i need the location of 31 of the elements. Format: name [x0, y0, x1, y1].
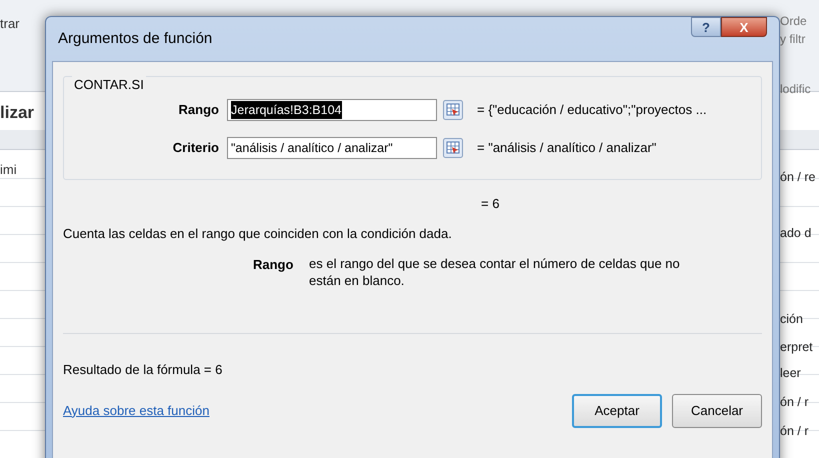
sheet-text: lizar: [0, 102, 34, 124]
function-description: Cuenta las celdas en el rango que coinciden con la condición dada.: [63, 224, 453, 243]
argument-label: Rango: [178, 101, 220, 120]
sheet-text: ón / re: [780, 169, 816, 186]
function-result: = 6: [481, 196, 500, 211]
formula-result: Resultado de la fórmula = 6: [63, 361, 224, 379]
range-picker-icon[interactable]: [443, 138, 463, 158]
sheet-text: Orde: [780, 13, 807, 30]
sheet-text: lodific: [780, 81, 811, 98]
argument-help-text: es el rango del que se desea contar el número de celdas que no están en blanco.: [309, 255, 681, 289]
sheet-text: ón / r: [780, 423, 808, 440]
argument-field[interactable]: "análisis / analítico / analizar": [227, 137, 437, 159]
sheet-text: imi: [0, 161, 17, 179]
sheet-text: ón / r: [780, 394, 808, 411]
window-title: Argumentos de función: [58, 28, 212, 49]
sheet-text: ado d: [780, 225, 812, 242]
range-picker-icon[interactable]: [443, 100, 463, 120]
dialog-button[interactable]: Cancelar: [672, 394, 762, 428]
sheet-text: leer: [780, 365, 801, 382]
sheet-text: ción: [780, 311, 803, 328]
help-button[interactable]: ?: [691, 17, 721, 37]
argument-help-label: Rango: [253, 256, 294, 274]
sheet-text: y filtr: [780, 31, 806, 48]
argument-result: = "análisis / analítico / analizar": [477, 139, 656, 158]
argument-field[interactable]: Jerarquías!B3:B104: [227, 99, 437, 121]
dialog-button[interactable]: Aceptar: [572, 394, 662, 428]
sheet-text: erpret: [780, 339, 813, 356]
help-link[interactable]: Ayuda sobre esta función: [63, 400, 210, 420]
argument-label: Criterio: [172, 139, 220, 158]
argument-result: = {"educación / educativo";"proyectos ...: [477, 101, 707, 120]
sheet-text: trar: [0, 15, 20, 33]
